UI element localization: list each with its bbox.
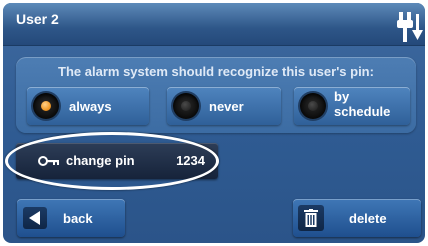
radio-unselected-indicator — [300, 93, 326, 119]
highlight-ring-annotation — [5, 132, 219, 190]
radio-selected-indicator — [33, 93, 59, 119]
trash-icon — [298, 205, 324, 231]
plug-icon — [397, 12, 423, 42]
radio-unselected-indicator — [173, 93, 199, 119]
arrow-left-icon — [23, 207, 47, 229]
option-by-schedule-radio[interactable]: by schedule — [294, 87, 410, 125]
pin-recognition-panel: The alarm system should recognize this u… — [16, 57, 416, 133]
page-title: User 2 — [16, 11, 59, 27]
option-never-label: never — [209, 99, 244, 114]
recognition-prompt: The alarm system should recognize this u… — [58, 64, 374, 79]
user-pin-settings-screen: User 2 The alarm system should recognize… — [3, 3, 425, 243]
delete-label: delete — [349, 211, 387, 226]
back-label: back — [63, 211, 93, 226]
option-never-radio[interactable]: never — [167, 87, 281, 125]
delete-button[interactable]: delete — [293, 199, 421, 237]
option-by-schedule-label: by schedule — [334, 89, 391, 119]
back-button[interactable]: back — [17, 199, 125, 237]
title-bar: User 2 — [3, 3, 425, 46]
option-always-radio[interactable]: always — [27, 87, 149, 125]
option-always-label: always — [69, 99, 112, 114]
